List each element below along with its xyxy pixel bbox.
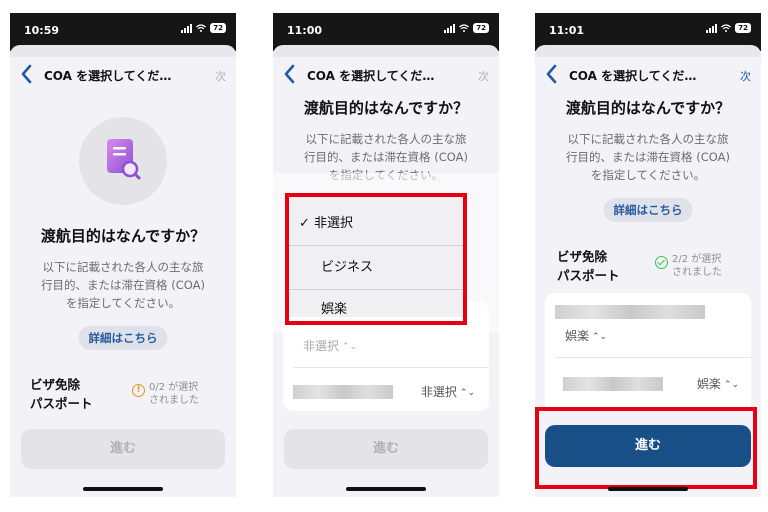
traveler-2-name-redacted <box>293 385 393 399</box>
chevron-updown-icon: ⌃⌄ <box>723 379 739 390</box>
signal-icon <box>444 23 456 33</box>
nav-title: COA を選択してくだ… <box>307 69 435 83</box>
next-button[interactable]: 次 <box>215 68 226 84</box>
back-chevron-icon[interactable] <box>543 63 561 85</box>
wifi-icon <box>459 24 470 32</box>
home-indicator <box>346 487 426 491</box>
description: 以下に記載された各人の主な旅 行目的、または滞在資格 (COA) を指定してくだ… <box>41 260 205 310</box>
home-indicator <box>83 487 163 491</box>
back-chevron-icon[interactable] <box>18 63 36 85</box>
row-divider <box>555 357 751 358</box>
phone-screen-1: 10:59 72 COA を選択してくだ… 次 渡航目的はなんですか？ 以下に記… <box>10 13 236 497</box>
page-heading: 渡航目的はなんですか？ <box>303 99 469 117</box>
traveler-2-select[interactable]: 娯楽 ⌃⌄ <box>697 375 739 392</box>
highlight-box <box>535 407 757 489</box>
details-link[interactable]: 詳細はこちら <box>603 198 693 222</box>
battery-icon: 72 <box>735 23 751 33</box>
navigation-bar: COA を選択してくだ… 次 <box>535 57 761 93</box>
traveler-1-select[interactable]: 娯楽 ⌃⌄ <box>565 327 607 344</box>
proceed-button[interactable]: 進む <box>284 429 488 469</box>
document-search-illustration <box>79 117 167 205</box>
traveler-card: 娯楽 ⌃⌄ 娯楽 ⌃⌄ <box>545 293 751 411</box>
signal-icon <box>181 23 193 33</box>
selection-status: 2/2 が選択 されました <box>655 253 722 279</box>
document-type-label: ビザ免除 パスポート <box>557 249 620 283</box>
status-time: 11:01 <box>549 24 585 37</box>
traveler-1-select[interactable]: 非選択 ⌃⌄ <box>303 337 357 354</box>
highlight-box <box>285 193 467 325</box>
wifi-icon <box>196 24 207 32</box>
navigation-bar: COA を選択してくだ… 次 <box>10 57 236 93</box>
phone-screen-2: 11:00 72 COA を選択してくだ… 次 渡航目的はなんですか？ 以下に記… <box>273 13 499 497</box>
traveler-2-name-redacted <box>563 377 663 391</box>
nav-title: COA を選択してくだ… <box>44 69 172 83</box>
details-link[interactable]: 詳細はこちら <box>78 326 168 350</box>
back-chevron-icon[interactable] <box>281 63 299 85</box>
status-time: 10:59 <box>24 24 60 37</box>
status-time: 11:00 <box>287 24 323 37</box>
traveler-2-select[interactable]: 非選択 ⌃⌄ <box>421 383 475 400</box>
nav-title: COA を選択してくだ… <box>569 69 697 83</box>
proceed-button[interactable]: 進む <box>21 429 225 469</box>
description: 以下に記載された各人の主な旅 行目的、または滞在資格 (COA) を指定してくだ… <box>566 132 730 182</box>
signal-icon <box>706 23 718 33</box>
page-heading: 渡航目的はなんですか？ <box>565 99 731 117</box>
next-button[interactable]: 次 <box>740 68 751 84</box>
phone-screen-3: 11:01 72 COA を選択してくだ… 次 渡航目的はなんですか？ 以下に記… <box>535 13 761 497</box>
check-circle-icon <box>655 256 668 269</box>
battery-icon: 72 <box>210 23 226 33</box>
warning-icon: ! <box>132 384 145 397</box>
row-divider <box>293 367 489 368</box>
selection-status: ! 0/2 が選択 されました <box>132 381 199 407</box>
next-button[interactable]: 次 <box>478 68 489 84</box>
page-heading: 渡航目的はなんですか？ <box>40 227 206 245</box>
home-indicator <box>608 487 688 491</box>
traveler-1-name-redacted <box>555 305 705 319</box>
navigation-bar: COA を選択してくだ… 次 <box>273 57 499 93</box>
chevron-updown-icon: ⌃⌄ <box>459 387 475 398</box>
chevron-updown-icon: ⌃⌄ <box>592 331 608 342</box>
chevron-updown-icon: ⌃⌄ <box>342 341 358 352</box>
document-type-label: ビザ免除 パスポート <box>30 377 93 411</box>
battery-icon: 72 <box>473 23 489 33</box>
document-search-icon <box>107 139 141 180</box>
wifi-icon <box>721 24 732 32</box>
